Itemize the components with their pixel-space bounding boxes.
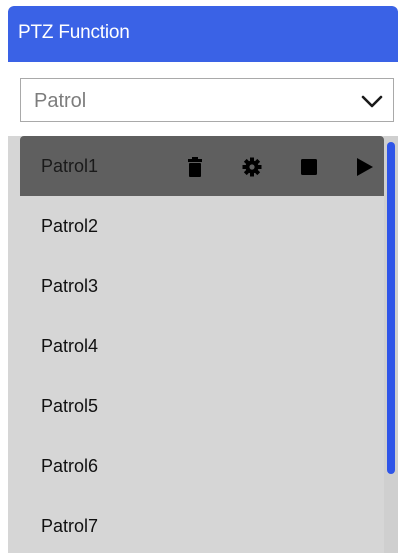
select-area: Patrol xyxy=(8,62,398,136)
settings-gear-icon[interactable] xyxy=(241,156,263,178)
stop-icon[interactable] xyxy=(298,156,320,178)
function-select-value: Patrol xyxy=(34,90,87,112)
patrol-row-6[interactable]: Patrol6 xyxy=(20,436,384,496)
patrol-row-7[interactable]: Patrol7 xyxy=(20,496,384,553)
patrol-list-scrollbar[interactable] xyxy=(384,136,398,553)
play-icon[interactable] xyxy=(353,156,375,178)
patrol-row-1[interactable]: Patrol1 xyxy=(20,136,384,196)
patrol-row-label: Patrol6 xyxy=(41,456,99,476)
patrol-row-4[interactable]: Patrol4 xyxy=(20,316,384,376)
panel-title: PTZ Function xyxy=(18,22,130,43)
scrollbar-thumb[interactable] xyxy=(387,142,395,474)
patrol-row-label: Patrol4 xyxy=(41,336,99,356)
patrol-row-label: Patrol3 xyxy=(41,276,99,296)
patrol-row-3[interactable]: Patrol3 xyxy=(20,256,384,316)
patrol-row-label: Patrol1 xyxy=(41,156,99,176)
patrol-row-5[interactable]: Patrol5 xyxy=(20,376,384,436)
patrol-row-label: Patrol5 xyxy=(41,396,99,416)
delete-icon[interactable] xyxy=(184,156,206,178)
patrol-row-label: Patrol7 xyxy=(41,516,99,536)
patrol-list: Patrol1 Patrol2 Patrol3 Patrol4 Patrol5 … xyxy=(20,136,398,553)
ptz-function-panel: PTZ Function Patrol Patrol1 Patrol2 Patr… xyxy=(8,6,398,553)
panel-header: PTZ Function xyxy=(8,6,398,62)
function-select[interactable]: Patrol xyxy=(20,78,394,122)
chevron-down-icon[interactable] xyxy=(360,89,384,113)
patrol-row-label: Patrol2 xyxy=(41,216,99,236)
patrol-row-2[interactable]: Patrol2 xyxy=(20,196,384,256)
